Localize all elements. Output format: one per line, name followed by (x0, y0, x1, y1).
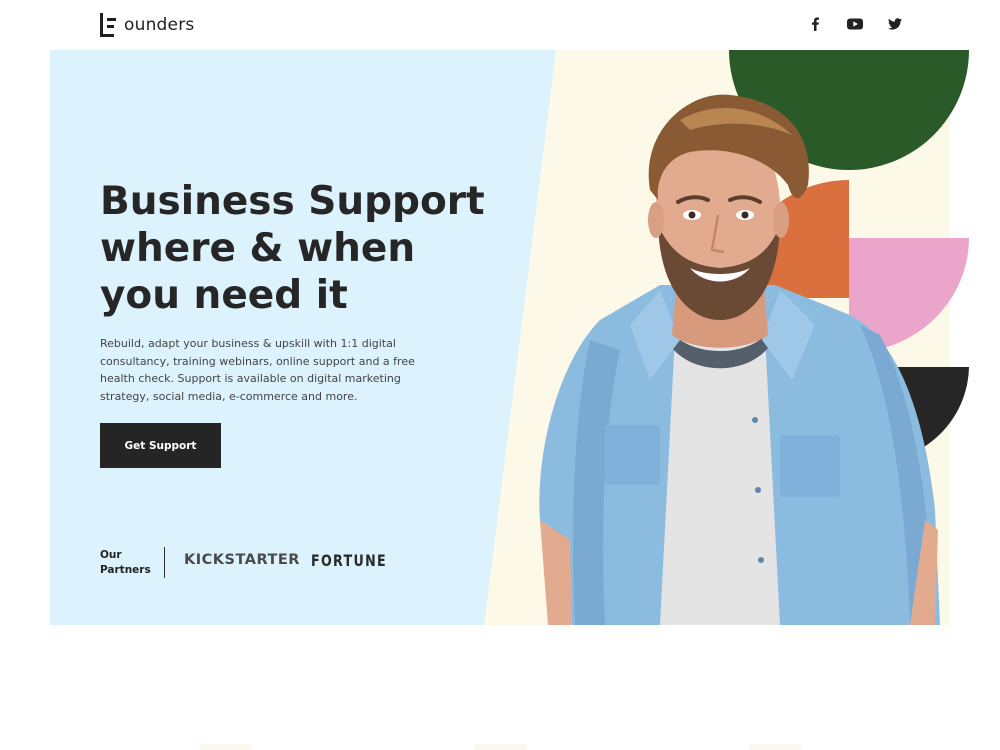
get-support-button[interactable]: Get Support (100, 423, 221, 468)
hero-description: Rebuild, adapt your business & upskill w… (100, 337, 415, 403)
partners-label: Our Partners (100, 548, 151, 578)
hero-title-line: Business Support (100, 179, 485, 224)
twitter-icon[interactable] (886, 15, 904, 33)
partner-logo-kickstarter: KICKSTARTER (184, 552, 300, 568)
partners-label-line: Partners (100, 564, 151, 576)
below-fold-card-hint (475, 744, 527, 750)
hero-title: Business Support where & when you need i… (100, 178, 485, 319)
social-links (806, 15, 904, 33)
below-fold-card-hint (749, 744, 801, 750)
partner-logo-fortune: FORTUNE (311, 551, 387, 570)
logo-mark-icon (100, 13, 118, 37)
site-header: ounders (0, 0, 1000, 50)
hero-title-line: where & when (100, 226, 416, 271)
site-logo[interactable]: ounders (100, 12, 194, 38)
youtube-icon[interactable] (846, 15, 864, 33)
logo-text: ounders (124, 15, 195, 35)
smiling-man-photo (539, 94, 940, 625)
below-fold-card-hint (200, 744, 252, 750)
partners-divider (164, 547, 165, 578)
hero-title-line: you need it (100, 273, 348, 318)
facebook-icon[interactable] (806, 15, 824, 33)
partners-label-line: Our (100, 549, 122, 561)
